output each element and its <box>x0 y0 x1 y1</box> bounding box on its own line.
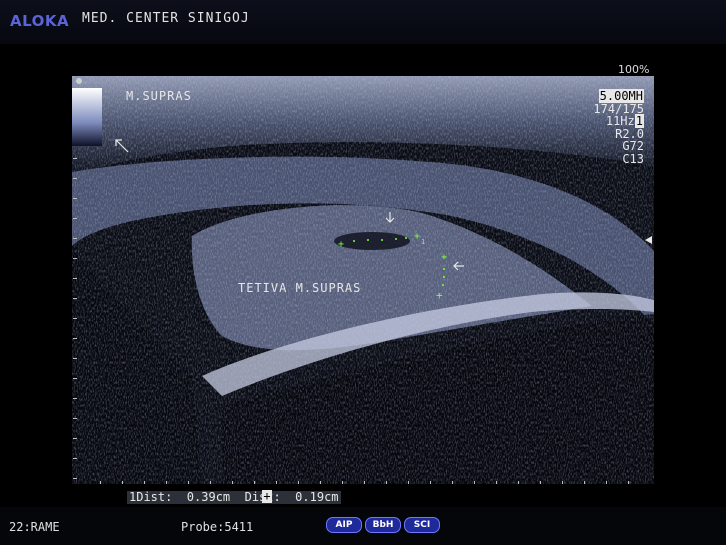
caliper-1-number: 1 <box>421 238 425 246</box>
brand-logo: ALOKA <box>10 12 70 30</box>
aip-badge[interactable]: AIP <box>326 517 362 533</box>
caliper-overlay[interactable]: + + 1 + + <box>72 76 654 484</box>
mode-badges: AIP BbH SCI <box>326 517 440 533</box>
muscle-label: M.SUPRAS <box>126 89 192 103</box>
annotation-arrows <box>115 139 464 271</box>
caliper-1-dot <box>381 239 383 241</box>
caliper-2-dot <box>442 284 444 286</box>
caliper-1-dot <box>353 240 355 242</box>
caliper-2-start: + <box>441 252 447 263</box>
probe-label: Probe:5411 <box>181 520 254 534</box>
zoom-level: 100% <box>618 63 650 76</box>
caliper-2-end: + <box>436 289 443 302</box>
caliper-line-2: + + <box>436 252 447 302</box>
measurement-readout: 1Dist: 0.39cm Dist: 0.19cm <box>127 490 341 504</box>
caliper-1-start: + <box>338 239 344 250</box>
top-bar: ALOKA MED. CENTER SINIGOJ <box>0 0 726 44</box>
contrast-value: C13 <box>622 151 644 166</box>
caliper-1-dot <box>405 237 407 239</box>
caliper-2-marker-icon: + <box>262 489 272 503</box>
bbh-badge[interactable]: BbH <box>365 517 401 533</box>
ultrasound-image[interactable]: + + 1 + + <box>72 76 654 484</box>
sci-badge[interactable]: SCI <box>404 517 440 533</box>
preset-label: 22:RAME <box>9 520 60 534</box>
caliper-1-dot <box>367 239 369 241</box>
tendon-label: TETIVA M.SUPRAS <box>238 281 362 295</box>
arrow-down-icon <box>385 212 395 223</box>
caliper-1-dot <box>395 238 397 240</box>
arrow-left-icon <box>453 261 464 271</box>
caliper-2-dot <box>443 276 445 278</box>
institution-name: MED. CENTER SINIGOJ <box>82 11 250 26</box>
caliper-line-1: + + 1 <box>338 231 425 250</box>
arrow-up-left-icon <box>115 139 129 153</box>
caliper-2-dot <box>443 268 445 270</box>
scan-parameters: 5.00MH 174/175 11Hz1 R2.0 G72 C13 <box>593 89 644 166</box>
frequency-value: 5.00MH <box>598 89 644 103</box>
focus-marker-icon <box>645 236 652 244</box>
caliper-1-end: + <box>414 231 420 242</box>
